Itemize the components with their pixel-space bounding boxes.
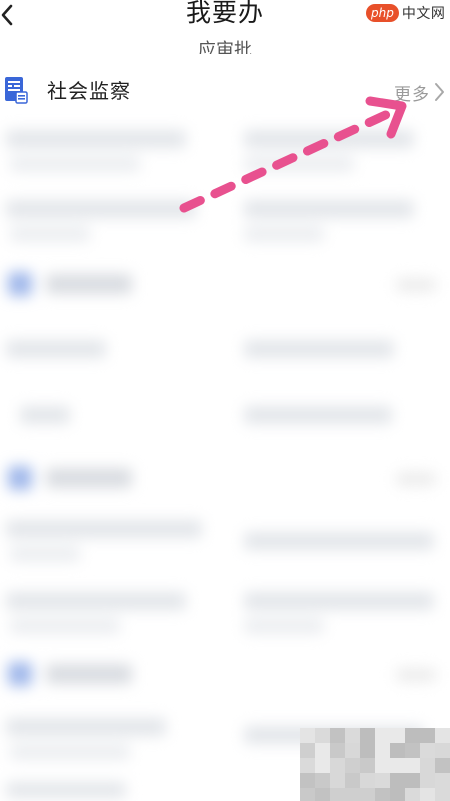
mosaic-tile <box>375 743 390 758</box>
site-watermark: php 中文网 <box>366 2 450 24</box>
chevron-right-icon <box>435 83 444 101</box>
mosaic-tile <box>375 788 390 801</box>
cut-off-label: 应审批 <box>198 40 252 54</box>
mosaic-tile <box>330 728 345 743</box>
mosaic-tile <box>420 758 435 773</box>
mosaic-tile <box>375 758 390 773</box>
mosaic-tile <box>300 728 315 743</box>
watermark-text: 中文网 <box>401 6 446 22</box>
mosaic-tile <box>435 743 450 758</box>
mosaic-tile <box>315 743 330 758</box>
mosaic-tile <box>405 743 420 758</box>
mosaic-tile <box>360 788 375 801</box>
mosaic-tile <box>360 758 375 773</box>
more-link[interactable]: 更多 <box>394 79 445 105</box>
mosaic-tile <box>390 773 405 788</box>
top-navigation-bar: 我要办 php 中文网 <box>0 0 450 34</box>
mosaic-tile <box>300 743 315 758</box>
mosaic-tile <box>300 773 315 788</box>
mosaic-tile <box>390 788 405 801</box>
mosaic-tile <box>405 788 420 801</box>
mosaic-tile <box>345 788 360 801</box>
mosaic-tile <box>330 788 345 801</box>
mosaic-tile <box>345 743 360 758</box>
watermark-logo: php <box>366 4 399 22</box>
mosaic-tile <box>390 743 405 758</box>
mosaic-tile <box>360 743 375 758</box>
pixelated-patch <box>300 728 450 801</box>
mosaic-tile <box>345 728 360 743</box>
section-header-social-supervision: 社会监察 更多 <box>0 66 450 116</box>
mosaic-tile <box>330 773 345 788</box>
mosaic-tile <box>300 758 315 773</box>
mosaic-tile <box>405 728 420 743</box>
mosaic-tile <box>420 773 435 788</box>
mosaic-tile <box>345 773 360 788</box>
mosaic-tile <box>360 773 375 788</box>
blurred-content-area <box>0 122 450 801</box>
mosaic-tile <box>405 773 420 788</box>
mosaic-tile <box>315 758 330 773</box>
mosaic-tile <box>300 788 315 801</box>
mosaic-tile <box>390 758 405 773</box>
mosaic-tile <box>315 728 330 743</box>
mosaic-tile <box>435 758 450 773</box>
mosaic-tile <box>435 728 450 743</box>
supervision-doc-icon <box>5 77 28 104</box>
mosaic-tile <box>390 728 405 743</box>
mosaic-tile <box>405 758 420 773</box>
mosaic-tile <box>315 773 330 788</box>
mosaic-tile <box>420 743 435 758</box>
section-title: 社会监察 <box>47 79 131 103</box>
mosaic-tile <box>345 758 360 773</box>
mosaic-tile <box>420 728 435 743</box>
mosaic-tile <box>330 743 345 758</box>
more-label: 更多 <box>394 84 430 105</box>
mosaic-tile <box>435 788 450 801</box>
mosaic-tile <box>375 773 390 788</box>
mosaic-tile <box>330 758 345 773</box>
mosaic-tile <box>360 728 375 743</box>
mosaic-tile <box>315 788 330 801</box>
mosaic-tile <box>435 773 450 788</box>
mosaic-tile <box>375 728 390 743</box>
mosaic-tile <box>420 788 435 801</box>
